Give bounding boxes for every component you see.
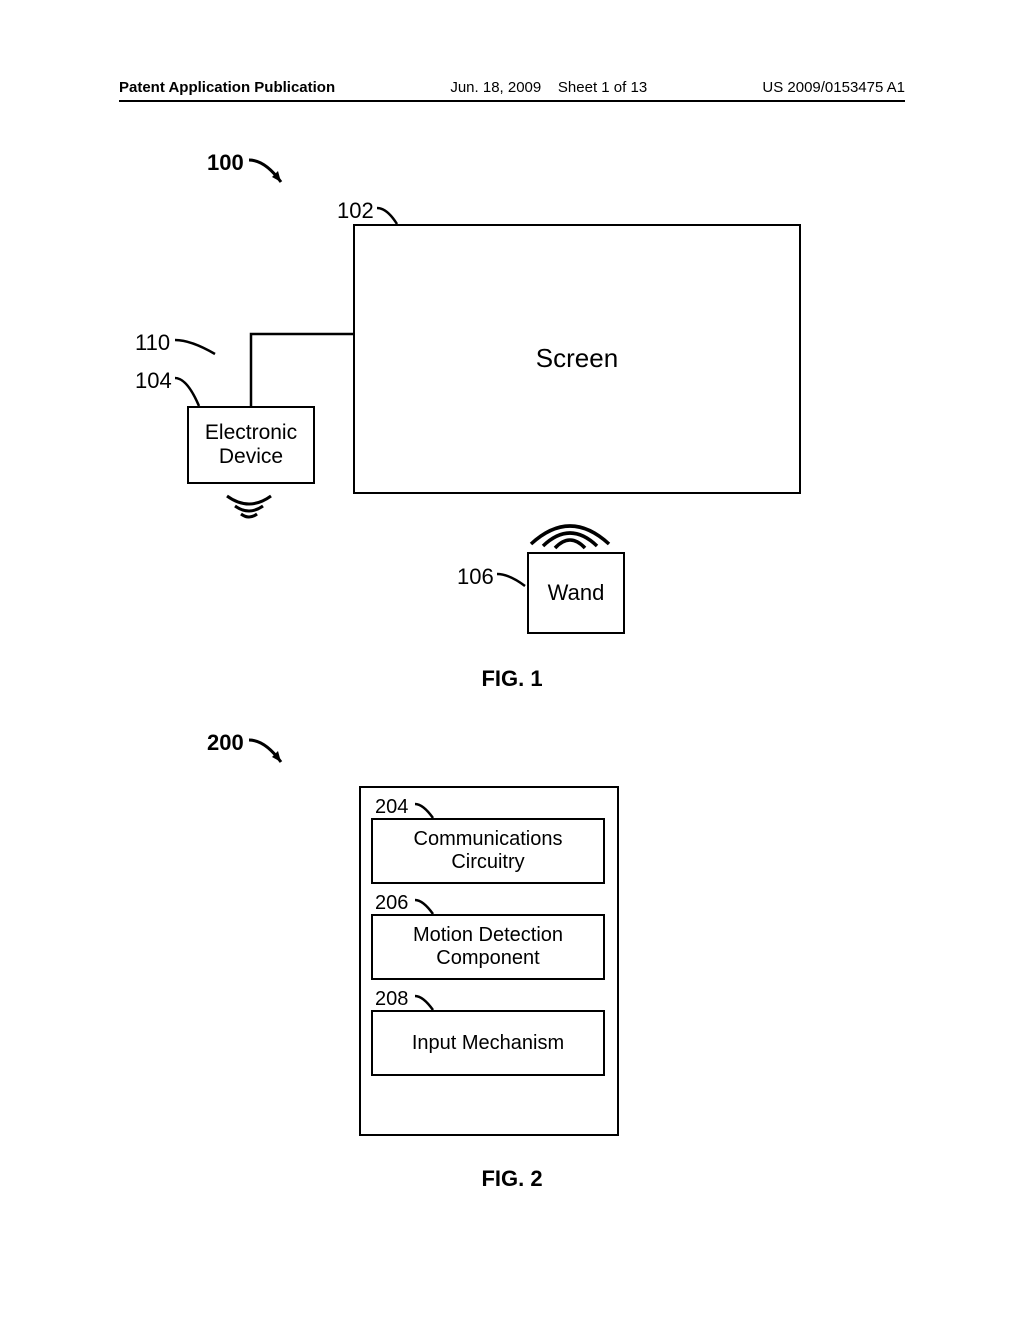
figure-1-caption: FIG. 1 xyxy=(79,666,945,692)
ref-102: 102 xyxy=(337,198,374,224)
ref-204: 204 xyxy=(375,796,408,819)
motion-detection-box: Motion Detection Component xyxy=(371,914,605,980)
electronic-device-box: Electronic Device xyxy=(187,406,315,484)
header-publication: Patent Application Publication xyxy=(119,79,335,96)
leader-106 xyxy=(495,568,531,592)
ref-106: 106 xyxy=(457,564,494,590)
wand-detail-box: 204 Communications Circuitry 206 Motion … xyxy=(359,786,619,1136)
electronic-device-label: Electronic Device xyxy=(205,421,297,469)
ref-208: 208 xyxy=(375,988,408,1011)
header-pubno: US 2009/0153475 A1 xyxy=(762,79,905,96)
ref-206: 206 xyxy=(375,892,408,915)
wand-label: Wand xyxy=(548,580,605,605)
ref-104: 104 xyxy=(135,368,172,394)
leader-200 xyxy=(247,732,297,772)
input-mechanism-label: Input Mechanism xyxy=(412,1032,564,1055)
figure-2-caption: FIG. 2 xyxy=(79,1166,945,1192)
ref-110: 110 xyxy=(135,330,170,356)
screen-label: Screen xyxy=(536,344,618,374)
ref-200: 200 xyxy=(207,730,244,756)
ref-100: 100 xyxy=(207,150,244,176)
header-sheet: Sheet 1 of 13 xyxy=(558,79,647,96)
screen-box: Screen xyxy=(353,224,801,494)
input-mechanism-box: Input Mechanism xyxy=(371,1010,605,1076)
page-header: Patent Application Publication Jun. 18, … xyxy=(119,78,905,102)
communications-circuitry-label: Communications Circuitry xyxy=(414,828,563,874)
wand-box: Wand xyxy=(527,552,625,634)
leader-100 xyxy=(247,152,297,192)
communications-circuitry-box: Communications Circuitry xyxy=(371,818,605,884)
motion-detection-label: Motion Detection Component xyxy=(413,924,563,970)
page: Patent Application Publication Jun. 18, … xyxy=(79,0,945,1320)
header-date-sheet: Jun. 18, 2009 Sheet 1 of 13 xyxy=(450,79,647,96)
header-date: Jun. 18, 2009 xyxy=(450,79,541,96)
device-wireless-icon xyxy=(219,488,279,528)
wand-wireless-icon xyxy=(525,504,615,554)
